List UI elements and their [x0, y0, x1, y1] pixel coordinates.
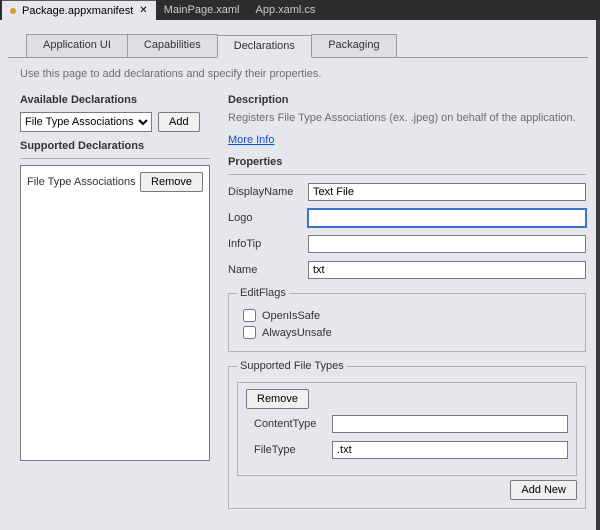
info-tip-label: InfoTip: [228, 238, 302, 250]
file-type-label: FileType: [254, 444, 326, 456]
document-tab-label: Package.appxmanifest: [22, 5, 133, 17]
right-column: Description Registers File Type Associat…: [228, 88, 586, 517]
manifest-tab-bar: Application UI Capabilities Declarations…: [26, 34, 596, 57]
supported-declarations-list[interactable]: File Type Associations Remove: [20, 165, 210, 461]
document-tab-bar: Package.appxmanifest ✕ MainPage.xaml App…: [0, 0, 600, 20]
logo-label: Logo: [228, 212, 302, 224]
open-is-safe-label: OpenIsSafe: [262, 310, 320, 322]
tab-packaging[interactable]: Packaging: [311, 34, 397, 57]
edit-flags-group: EditFlags OpenIsSafe AlwaysUnsafe: [228, 287, 586, 352]
dirty-indicator-icon: [10, 8, 16, 14]
available-declarations-heading: Available Declarations: [20, 94, 210, 106]
open-is-safe-checkbox[interactable]: [243, 309, 256, 322]
more-info-link[interactable]: More Info: [228, 134, 274, 146]
display-name-field[interactable]: [308, 183, 586, 201]
document-tab-label: MainPage.xaml: [164, 4, 240, 16]
name-label: Name: [228, 264, 302, 276]
remove-declaration-button[interactable]: Remove: [140, 172, 203, 192]
add-declaration-button[interactable]: Add: [158, 112, 200, 132]
always-unsafe-checkbox[interactable]: [243, 326, 256, 339]
description-heading: Description: [228, 94, 586, 106]
tab-application-ui[interactable]: Application UI: [26, 34, 128, 57]
document-tab-mainpage-xaml[interactable]: MainPage.xaml: [156, 0, 248, 20]
name-field[interactable]: [308, 261, 586, 279]
properties-heading: Properties: [228, 156, 586, 168]
supported-file-types-legend: Supported File Types: [237, 360, 347, 372]
content-type-label: ContentType: [254, 418, 326, 430]
list-item-label: File Type Associations: [27, 176, 136, 188]
manifest-page: Application UI Capabilities Declarations…: [0, 20, 600, 530]
remove-file-type-button[interactable]: Remove: [246, 389, 309, 409]
always-unsafe-label: AlwaysUnsafe: [262, 327, 332, 339]
file-type-field[interactable]: [332, 441, 568, 459]
description-text: Registers File Type Associations (ex. .j…: [228, 112, 586, 124]
list-item[interactable]: File Type Associations Remove: [25, 170, 205, 194]
page-hint: Use this page to add declarations and sp…: [20, 68, 586, 80]
supported-file-types-group: Supported File Types Remove ContentType …: [228, 360, 586, 509]
document-tab-package-appxmanifest[interactable]: Package.appxmanifest ✕: [2, 0, 156, 20]
left-column: Available Declarations File Type Associa…: [20, 88, 210, 517]
file-type-entry: Remove ContentType FileType: [237, 382, 577, 476]
edit-flags-legend: EditFlags: [237, 287, 289, 299]
supported-separator: [20, 158, 210, 159]
properties-separator: [228, 174, 586, 175]
info-tip-field[interactable]: [308, 235, 586, 253]
document-tab-label: App.xaml.cs: [256, 4, 316, 16]
supported-declarations-heading: Supported Declarations: [20, 140, 210, 152]
document-tab-app-xaml-cs[interactable]: App.xaml.cs: [248, 0, 324, 20]
close-icon[interactable]: ✕: [139, 6, 147, 16]
add-new-file-type-button[interactable]: Add New: [510, 480, 577, 500]
content-columns: Available Declarations File Type Associa…: [0, 88, 596, 517]
available-declarations-dropdown[interactable]: File Type Associations: [20, 112, 152, 132]
content-type-field[interactable]: [332, 415, 568, 433]
logo-field[interactable]: [308, 209, 586, 227]
tab-capabilities[interactable]: Capabilities: [127, 34, 218, 57]
tab-declarations[interactable]: Declarations: [217, 35, 312, 58]
display-name-label: DisplayName: [228, 186, 302, 198]
